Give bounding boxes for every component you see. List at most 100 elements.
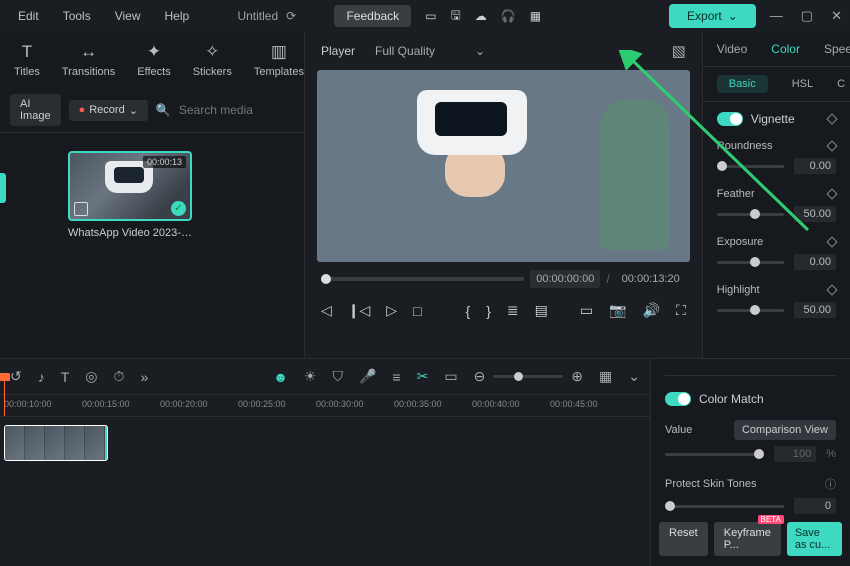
value-slider[interactable] (665, 453, 764, 456)
protect-slider[interactable] (665, 505, 784, 508)
vignette-toggle[interactable] (717, 112, 743, 126)
colormatch-toggle[interactable] (665, 392, 691, 406)
speed-icon[interactable]: ⏱ (114, 368, 125, 385)
info-icon[interactable]: ⓘ (825, 476, 836, 492)
tab-transitions-label: Transitions (62, 66, 115, 78)
timeline-ruler[interactable]: 00:00:10:00 00:00:15:00 00:00:20:00 00:0… (0, 395, 650, 417)
reset-button[interactable]: Reset (659, 522, 708, 556)
roundness-value[interactable]: 0.00 (794, 158, 836, 174)
expand-icon[interactable]: » (140, 369, 148, 385)
maximize-button[interactable]: ▢ (801, 8, 813, 24)
slider-handle[interactable] (750, 305, 760, 315)
slider-handle[interactable] (750, 257, 760, 267)
playhead[interactable] (4, 373, 5, 416)
ai-image-button[interactable]: AI Image (10, 94, 61, 126)
highlight-value[interactable]: 50.00 (794, 302, 836, 318)
tab-speed[interactable]: Speed (824, 42, 850, 56)
minimize-button[interactable]: — (770, 8, 783, 24)
play-icon[interactable]: ▷ (386, 302, 397, 319)
tab-effects[interactable]: ✦Effects (131, 38, 176, 82)
zoom-in-icon[interactable]: ⊕ (571, 368, 583, 385)
cut-icon[interactable]: ✂ (417, 368, 429, 385)
mark-in-icon[interactable]: { (466, 303, 471, 319)
roundness-slider[interactable] (717, 165, 784, 168)
apps-icon[interactable]: ▦ (530, 9, 541, 23)
keyframe-panel-button[interactable]: Keyframe P...BETA (714, 522, 781, 556)
tab-transitions[interactable]: ↔Transitions (56, 38, 121, 82)
undo-icon[interactable]: ↺ (10, 368, 22, 385)
frame-icon[interactable]: ▭ (444, 368, 457, 385)
feather-value[interactable]: 50.00 (794, 206, 836, 222)
feedback-button[interactable]: Feedback (334, 5, 411, 27)
display-icon[interactable]: ▭ (580, 302, 593, 319)
highlight-slider[interactable] (717, 309, 784, 312)
video-preview[interactable] (317, 70, 690, 262)
slider-handle[interactable] (717, 161, 727, 171)
record-button[interactable]: ●Record⌄ (69, 100, 148, 121)
shield-icon[interactable]: ⛉ (332, 368, 343, 385)
subtab-curves[interactable]: C (837, 78, 845, 90)
text-icon[interactable]: T (61, 369, 70, 385)
window-controls: — ▢ ✕ (770, 8, 842, 24)
list-icon[interactable]: ≡ (392, 369, 400, 385)
slider-handle[interactable] (754, 449, 764, 459)
compare-icon[interactable]: ▤ (535, 302, 548, 319)
zoom-slider[interactable] (493, 375, 563, 378)
slider-handle[interactable] (750, 209, 760, 219)
menu-tools[interactable]: Tools (53, 5, 101, 27)
subtab-basic[interactable]: Basic (717, 75, 768, 93)
tab-color[interactable]: Color (771, 42, 800, 56)
track-icon[interactable]: ◎ (85, 368, 97, 385)
zoom-out-icon[interactable]: ⊖ (474, 368, 486, 385)
monitor-icon[interactable]: ▭ (425, 9, 436, 23)
stop-icon[interactable]: □ (413, 303, 421, 319)
export-button[interactable]: Export ⌄ (669, 4, 756, 28)
prev-icon[interactable]: ◁ (321, 302, 332, 319)
keyframe-diamond-icon[interactable] (826, 140, 837, 151)
menu-edit[interactable]: Edit (8, 5, 49, 27)
snapshot-icon[interactable]: ▧ (672, 42, 686, 60)
audio-icon[interactable]: ♪ (38, 369, 45, 385)
mark-out-icon[interactable]: } (486, 303, 491, 319)
media-clip[interactable]: 00:00:13 ✓ WhatsApp Video 2023-10-05... (68, 151, 196, 239)
cloud-icon[interactable]: ☁ (475, 9, 487, 23)
comparison-value[interactable]: 100 (774, 446, 816, 462)
timeline-clip[interactable] (4, 425, 108, 461)
player-scrubber[interactable] (321, 277, 524, 281)
slider-handle[interactable] (665, 501, 675, 511)
ai-icon[interactable]: ☻ (273, 369, 288, 385)
subtab-hsl[interactable]: HSL (792, 78, 813, 90)
keyframe-diamond-icon[interactable] (826, 284, 837, 295)
collapse-icon[interactable]: ⌄ (628, 368, 640, 385)
feather-slider[interactable] (717, 213, 784, 216)
save-icon[interactable]: 🖫 (451, 6, 461, 27)
volume-icon[interactable]: 🔊 (643, 302, 660, 319)
timeline-tracks[interactable] (0, 417, 650, 566)
close-button[interactable]: ✕ (831, 8, 842, 24)
zoom-handle[interactable] (514, 372, 523, 381)
tab-stickers[interactable]: ✧Stickers (187, 38, 238, 82)
tab-titles[interactable]: TTitles (8, 38, 46, 82)
menu-view[interactable]: View (105, 5, 151, 27)
keyframe-diamond-icon[interactable] (826, 188, 837, 199)
keyframe-diamond-icon[interactable] (826, 113, 837, 124)
exposure-slider[interactable] (717, 261, 784, 264)
fullscreen-icon[interactable]: ⛶ (676, 302, 686, 319)
quality-dropdown[interactable]: Full Quality ⌄ (367, 40, 493, 62)
menu-help[interactable]: Help (155, 5, 200, 27)
help-icon[interactable]: 🎧 (501, 9, 516, 23)
brightness-icon[interactable]: ☀ (304, 368, 317, 385)
tab-templates[interactable]: ▥Templates (248, 38, 310, 82)
comparison-button[interactable]: Comparison View (734, 420, 836, 440)
grid-icon[interactable]: ▦ (599, 368, 612, 385)
protect-value[interactable]: 0 (794, 498, 836, 514)
marker-icon[interactable]: ≣ (507, 302, 519, 319)
save-preset-button[interactable]: Save as cu... (787, 522, 842, 556)
camera-icon[interactable]: 📷 (609, 302, 626, 319)
exposure-value[interactable]: 0.00 (794, 254, 836, 270)
mic-icon[interactable]: 🎤 (359, 368, 376, 385)
tab-video[interactable]: Video (717, 42, 747, 56)
scrubber-handle[interactable] (321, 274, 331, 284)
step-back-icon[interactable]: ❙◁ (348, 302, 371, 319)
keyframe-diamond-icon[interactable] (826, 236, 837, 247)
